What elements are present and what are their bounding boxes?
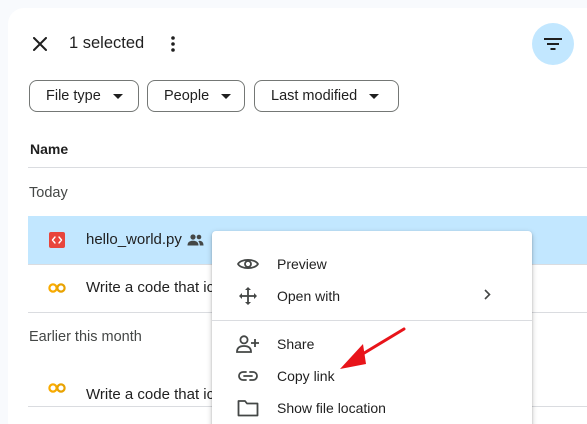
- last-modified-filter-chip[interactable]: Last modified: [254, 80, 399, 112]
- dropdown-arrow-icon: [112, 93, 123, 99]
- close-icon: [33, 37, 47, 51]
- menu-item-label: Open with: [277, 288, 341, 304]
- more-vert-icon: [171, 36, 175, 52]
- selection-count: 1 selected: [69, 34, 145, 52]
- colab-icon: [48, 380, 66, 396]
- menu-item-share[interactable]: Share: [212, 328, 532, 360]
- chip-label: People: [164, 88, 210, 104]
- menu-item-copy-link[interactable]: Copy link: [212, 360, 532, 392]
- menu-item-show-file-location[interactable]: Show file location: [212, 392, 532, 424]
- file-name: hello_world.py: [86, 231, 182, 248]
- clear-selection-button[interactable]: [26, 30, 54, 58]
- menu-item-label: Share: [277, 336, 315, 352]
- link-icon: [236, 364, 260, 388]
- more-actions-button[interactable]: [161, 30, 185, 58]
- file-name: Write a code that ic: [86, 279, 215, 296]
- code-file-icon: [48, 232, 66, 248]
- open-with-icon: [236, 284, 260, 308]
- chevron-right-icon: [484, 287, 491, 305]
- section-label-today: Today: [29, 185, 68, 201]
- person-add-icon: [236, 332, 260, 356]
- shared-people-icon: [187, 233, 204, 251]
- folder-icon: [236, 396, 260, 420]
- header-divider: [28, 167, 587, 168]
- menu-item-preview[interactable]: Preview: [212, 248, 532, 280]
- eye-icon: [236, 252, 260, 276]
- section-label-earlier-this-month: Earlier this month: [29, 329, 142, 345]
- colab-icon: [48, 280, 66, 296]
- selection-bar: 1 selected: [8, 8, 587, 80]
- name-column-header[interactable]: Name: [30, 141, 68, 157]
- menu-item-label: Show file location: [277, 400, 386, 416]
- dropdown-arrow-icon: [221, 93, 232, 99]
- file-type-filter-chip[interactable]: File type: [29, 80, 139, 112]
- file-name: Write a code that ic: [86, 386, 215, 403]
- filter-list-icon: [544, 38, 562, 50]
- chip-label: Last modified: [271, 88, 358, 104]
- context-menu: Preview Open with Share Copy link Show f…: [212, 231, 532, 424]
- menu-item-open-with[interactable]: Open with: [212, 280, 532, 312]
- menu-item-label: Copy link: [277, 368, 335, 384]
- dropdown-arrow-icon: [369, 93, 380, 99]
- menu-item-label: Preview: [277, 256, 327, 272]
- filter-toggle-button[interactable]: [532, 23, 574, 65]
- people-filter-chip[interactable]: People: [147, 80, 245, 112]
- chip-label: File type: [46, 88, 101, 104]
- menu-divider: [212, 320, 532, 321]
